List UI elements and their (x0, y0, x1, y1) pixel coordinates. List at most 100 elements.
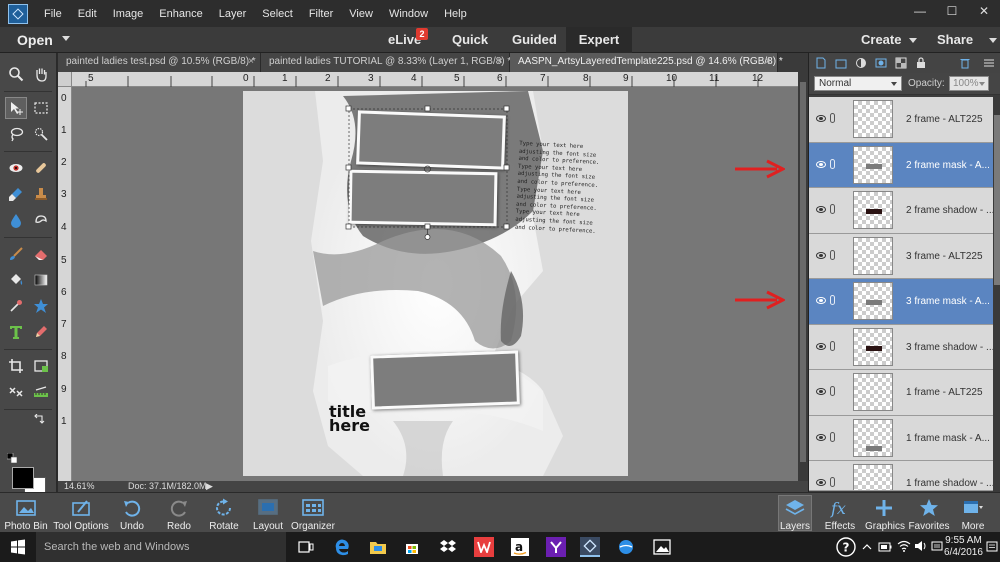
eraser-tool-icon[interactable] (30, 243, 52, 265)
undo-button[interactable]: Undo (116, 493, 148, 533)
spot-healing-brush-tool-icon[interactable] (30, 157, 52, 179)
help-icon[interactable]: ? (836, 537, 856, 557)
rotate-button[interactable]: Rotate (206, 493, 242, 533)
link-icon[interactable] (830, 113, 835, 123)
opacity-field[interactable]: 100% (949, 76, 989, 91)
ime-icon[interactable] (931, 540, 943, 552)
ruler-origin[interactable] (58, 72, 72, 87)
mode-expert[interactable]: Expert (566, 27, 632, 53)
photo-frame[interactable] (370, 350, 520, 410)
layers-panel-button[interactable]: Layers (778, 493, 812, 533)
new-group-icon[interactable] (835, 57, 847, 69)
eye-icon[interactable] (816, 251, 826, 259)
share-button[interactable]: Share (937, 32, 973, 47)
menu-select[interactable]: Select (254, 8, 301, 20)
graphics-panel-button[interactable]: Graphics (865, 493, 905, 533)
photo-frame[interactable] (356, 110, 506, 170)
menu-image[interactable]: Image (105, 8, 152, 20)
tool-options-button[interactable]: Tool Options (53, 493, 109, 533)
new-layer-icon[interactable] (815, 57, 827, 69)
menu-enhance[interactable]: Enhance (151, 8, 210, 20)
blur-tool-icon[interactable] (5, 209, 27, 231)
mode-quick[interactable]: Quick (452, 32, 488, 47)
show-hidden-icons-icon[interactable] (862, 542, 872, 552)
sponge-tool-icon[interactable] (30, 209, 52, 231)
redo-button[interactable]: Redo (163, 493, 195, 533)
hand-tool-icon[interactable] (30, 63, 52, 85)
foreground-color-swatch[interactable] (12, 467, 34, 489)
add-mask-icon[interactable] (875, 57, 887, 69)
photo-bin-button[interactable]: Photo Bin (4, 493, 48, 533)
volume-icon[interactable] (914, 540, 928, 552)
eye-icon[interactable] (816, 342, 826, 350)
lasso-tool-icon[interactable] (5, 123, 27, 145)
photo-frame[interactable] (348, 169, 498, 227)
eye-icon[interactable] (816, 433, 826, 441)
battery-icon[interactable] (878, 542, 892, 552)
layer-row[interactable]: 1 frame - ALT225 (809, 370, 993, 416)
menu-file[interactable]: File (36, 8, 70, 20)
document-canvas[interactable]: Type your text here adjusting the font s… (243, 91, 628, 476)
menu-filter[interactable]: Filter (301, 8, 341, 20)
layer-row[interactable]: 1 frame shadow - ... (809, 461, 993, 491)
doc-tab-active[interactable]: AASPN_ArtsyLayeredTemplate225.psd @ 14.6… (510, 53, 783, 72)
link-icon[interactable] (830, 204, 835, 214)
task-view-icon[interactable] (296, 537, 316, 557)
organizer-button[interactable]: Organizer (291, 493, 335, 533)
eye-icon[interactable] (816, 479, 826, 486)
content-aware-move-tool-icon[interactable] (5, 381, 27, 403)
create-button[interactable]: Create (861, 32, 901, 47)
wps-office-icon[interactable] (474, 537, 494, 557)
more-panels-button[interactable]: More (955, 493, 991, 533)
link-icon[interactable] (830, 249, 835, 260)
gradient-tool-icon[interactable] (30, 269, 52, 291)
vertical-ruler[interactable]: 0 1 2 3 4 5 6 7 8 9 1 (58, 87, 72, 481)
action-center-icon[interactable] (986, 541, 998, 553)
layer-row[interactable]: 3 frame - ALT225 (809, 233, 993, 279)
layer-row[interactable]: 2 frame shadow - ... (809, 188, 994, 234)
link-icon[interactable] (830, 431, 835, 442)
brush-tool-icon[interactable] (5, 243, 27, 265)
menu-help[interactable]: Help (436, 8, 475, 20)
open-button[interactable]: Open (17, 32, 53, 48)
quick-selection-tool-icon[interactable] (30, 123, 52, 145)
taskbar-search-box[interactable]: Search the web and Windows (36, 532, 286, 562)
journal-text-block[interactable]: Type your text here adjusting the font s… (515, 141, 608, 237)
straighten-tool-icon[interactable] (30, 381, 52, 403)
lock-icon[interactable] (915, 57, 927, 69)
blend-mode-select[interactable]: Normal (814, 76, 902, 91)
adjustment-layer-icon[interactable] (855, 57, 867, 69)
mode-guided[interactable]: Guided (512, 32, 557, 47)
eyedropper-tool-icon[interactable] (5, 295, 27, 317)
dropbox-icon[interactable] (438, 537, 458, 557)
layer-row-selected[interactable]: 3 frame mask - A... (809, 279, 993, 325)
menu-view[interactable]: View (341, 8, 381, 20)
link-icon[interactable] (830, 158, 835, 169)
type-tool-icon[interactable] (5, 321, 27, 343)
create-dropdown-arrow-icon[interactable] (909, 38, 917, 43)
edge-browser-icon[interactable] (332, 537, 352, 557)
default-colors-icon[interactable] (5, 451, 19, 465)
layers-scrollbar[interactable] (993, 95, 1000, 492)
rectangular-marquee-tool-icon[interactable] (30, 97, 52, 119)
photoshop-elements-taskbar-icon[interactable] (580, 537, 600, 557)
doc-tab[interactable]: painted ladies TUTORIAL @ 8.33% (Layer 1… (261, 53, 511, 72)
layer-row-selected[interactable]: 2 frame mask - A... (809, 142, 993, 188)
scrollbar-thumb[interactable] (800, 82, 806, 462)
horizontal-ruler[interactable]: 5 0 1 2 3 4 5 6 7 8 9 10 11 12 (72, 72, 798, 87)
crop-tool-icon[interactable] (5, 355, 27, 377)
close-button[interactable]: ✕ (968, 0, 1000, 22)
yahoo-icon[interactable] (546, 537, 566, 557)
menu-window[interactable]: Window (381, 8, 436, 20)
smart-brush-tool-icon[interactable] (5, 183, 27, 205)
pencil-tool-icon[interactable] (30, 321, 52, 343)
file-explorer-icon[interactable] (368, 537, 388, 557)
start-button[interactable] (0, 532, 36, 562)
layer-row[interactable]: 1 frame mask - A... (809, 415, 993, 461)
doc-tab[interactable]: painted ladies test.psd @ 10.5% (RGB/8) … (58, 53, 261, 72)
eye-icon[interactable] (816, 388, 826, 395)
eye-icon[interactable] (816, 115, 826, 122)
canvas-vertical-scrollbar[interactable] (798, 72, 808, 481)
swap-colors-icon[interactable] (32, 413, 46, 427)
amazon-icon[interactable]: a (510, 537, 530, 557)
